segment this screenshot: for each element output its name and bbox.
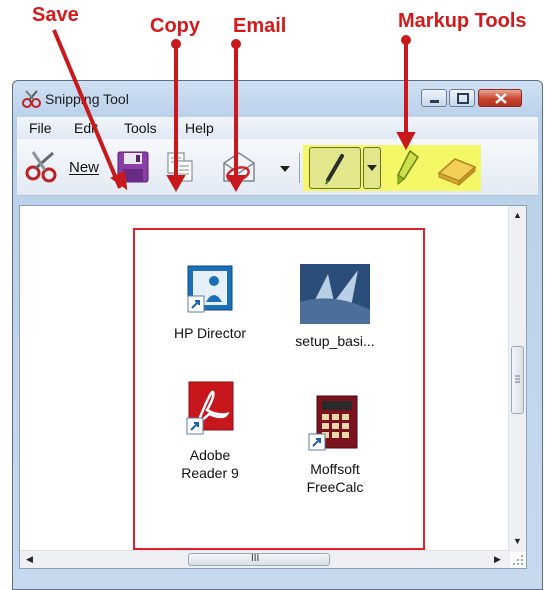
menu-edit[interactable]: Edit [74, 120, 98, 136]
pen-button[interactable] [309, 147, 361, 189]
adobe-reader-label-line2: Reader 9 [181, 465, 239, 481]
maximize-icon [457, 93, 469, 104]
scroll-up-icon[interactable]: ▲ [513, 210, 522, 220]
desktop-icon-hp-director: HP Director [160, 264, 260, 342]
grip-icon [515, 375, 520, 383]
snipping-tool-window: Snipping Tool File Edit Tools Help New H… [12, 80, 543, 590]
adobe-reader-label: Adobe Reader 9 [160, 446, 260, 482]
moffsoft-label-line1: Moffsoft [310, 461, 360, 477]
highlighter-icon[interactable] [392, 148, 422, 188]
moffsoft-freecalc-label: Moffsoft FreeCalc [285, 460, 385, 496]
copy-callout: Copy [150, 15, 200, 37]
snip-preview-area: HP Director setup_basi... Adobe Reader 9… [19, 205, 527, 569]
calculator-icon [308, 395, 358, 451]
pen-dropdown-button[interactable] [363, 147, 381, 189]
pen-dropdown-icon [367, 165, 377, 171]
resize-grip-icon[interactable] [509, 551, 526, 568]
menu-bar: File Edit Tools Help [17, 117, 538, 139]
horizontal-grip: III [251, 553, 260, 564]
title-bar[interactable]: Snipping Tool [13, 81, 542, 115]
scroll-right-icon[interactable]: ▶ [494, 554, 501, 565]
desktop-icon-adobe-reader: Adobe Reader 9 [160, 380, 260, 482]
app-icon [22, 90, 41, 108]
maximize-button[interactable] [449, 89, 475, 107]
menu-file[interactable]: File [29, 120, 52, 136]
eraser-icon[interactable] [435, 153, 479, 187]
setup-icon [300, 264, 370, 324]
close-icon [495, 93, 507, 104]
menu-tools[interactable]: Tools [124, 120, 157, 136]
new-label: New [69, 159, 100, 176]
hp-director-label: HP Director [173, 325, 247, 341]
captured-snip: HP Director setup_basi... Adobe Reader 9… [133, 228, 425, 550]
desktop-icon-moffsoft-freecalc: Moffsoft FreeCalc [285, 394, 385, 496]
minimize-button[interactable] [421, 89, 447, 107]
hp-director-icon [187, 265, 233, 313]
new-button[interactable]: New [23, 149, 105, 185]
horizontal-scrollbar[interactable]: ◀ III ▶ [20, 550, 510, 568]
desktop-icon-setup: setup_basi... [285, 262, 385, 350]
email-icon[interactable] [221, 151, 257, 183]
copy-icon[interactable] [165, 151, 195, 183]
save-callout: Save [32, 4, 79, 26]
scissors-icon [25, 151, 57, 183]
menu-help[interactable]: Help [185, 120, 214, 136]
vertical-scrollbar[interactable]: ▲ ▼ [508, 206, 526, 552]
minimize-icon [430, 100, 439, 103]
vertical-scroll-thumb[interactable] [511, 346, 524, 414]
markup-tools-callout: Markup Tools [398, 10, 527, 32]
adobe-reader-label-line1: Adobe [189, 447, 231, 463]
setup-label: setup_basi... [295, 333, 375, 349]
pen-icon [325, 154, 344, 185]
moffsoft-label-line2: FreeCalc [306, 479, 364, 495]
adobe-reader-icon [186, 381, 234, 435]
window-title: Snipping Tool [45, 91, 129, 107]
toolbar: New [17, 139, 538, 196]
scroll-left-icon[interactable]: ◀ [26, 554, 33, 565]
horizontal-scroll-thumb[interactable]: III [188, 553, 330, 566]
scroll-down-icon[interactable]: ▼ [513, 536, 522, 546]
toolbar-separator [299, 153, 300, 183]
save-icon[interactable] [117, 151, 149, 183]
dropdown-arrow-icon[interactable] [279, 164, 291, 174]
email-callout: Email [233, 15, 287, 37]
close-button[interactable] [478, 89, 522, 107]
